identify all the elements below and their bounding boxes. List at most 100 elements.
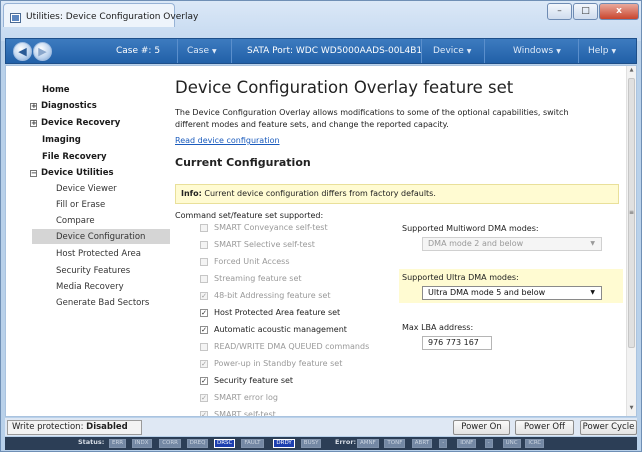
feature-checkbox-row[interactable]: ✓ Host Protected Area feature set bbox=[200, 308, 340, 317]
register-indicator: ABRT bbox=[411, 439, 433, 448]
sidebar-item-generate-bad-sectors[interactable]: Generate Bad Sectors bbox=[56, 298, 149, 308]
info-banner: Info: Current device configuration diffe… bbox=[175, 184, 619, 204]
case-menu[interactable]: Case ▼ bbox=[187, 39, 217, 63]
info-text: Current device configuration differs fro… bbox=[201, 189, 436, 198]
status-bar: Status: ERR INDX CORR DREQ DRSC FAULT DRDY BUSY… bbox=[5, 437, 637, 450]
feature-checkbox-row[interactable]: ✓ Security feature set bbox=[200, 376, 293, 385]
sidebar-item-imaging[interactable]: Imaging bbox=[42, 135, 81, 145]
sidebar-item-device-utilities[interactable]: − Device Utilities bbox=[30, 168, 114, 178]
section-title: Current Configuration bbox=[175, 156, 311, 169]
collapse-icon[interactable]: − bbox=[30, 170, 37, 177]
checkbox-unchecked-icon bbox=[200, 274, 208, 283]
ultra-dma-label: Supported Ultra DMA modes: bbox=[402, 273, 519, 282]
sidebar-item-diagnostics[interactable]: + Diagnostics bbox=[30, 101, 97, 111]
chevron-down-icon: ▼ bbox=[466, 48, 472, 55]
register-indicator: INDX bbox=[131, 439, 152, 448]
ultra-dma-select[interactable]: Ultra DMA mode 5 and below ▼ bbox=[422, 286, 602, 300]
checkbox-unchecked-icon bbox=[200, 240, 208, 249]
sidebar-item-file-recovery[interactable]: File Recovery bbox=[42, 152, 107, 162]
feature-checkbox-row: Streaming feature set bbox=[200, 274, 302, 283]
feature-checkbox-row[interactable]: ✓ Automatic acoustic management bbox=[200, 325, 347, 334]
max-lba-input[interactable]: 976 773 167 bbox=[422, 336, 492, 350]
write-protection-status: Write protection: Disabled bbox=[7, 420, 142, 435]
feature-checkbox-row: READ/WRITE DMA QUEUED commands bbox=[200, 342, 369, 351]
expand-icon[interactable]: + bbox=[30, 103, 37, 110]
expand-icon[interactable]: + bbox=[30, 120, 37, 127]
title-tab: Utilities: Device Configuration Overlay bbox=[3, 3, 198, 27]
feature-label: Forced Unit Access bbox=[214, 257, 290, 266]
register-indicator: BUSY bbox=[300, 439, 322, 448]
checkbox-checked-icon[interactable]: ✓ bbox=[200, 325, 208, 334]
feature-checkbox-row: ✓ SMART self-test bbox=[200, 410, 276, 416]
feature-label: Power-up in Standby feature set bbox=[214, 359, 343, 368]
feature-label: SMART error log bbox=[214, 393, 278, 402]
scroll-down-icon[interactable]: ▼ bbox=[627, 405, 636, 415]
checkbox-checked-icon[interactable]: ✓ bbox=[200, 308, 208, 317]
sidebar-item-host-protected-area[interactable]: Host Protected Area bbox=[56, 249, 141, 259]
register-indicator: UNC bbox=[502, 439, 521, 448]
power-on-button[interactable]: Power On bbox=[453, 420, 510, 435]
power-cycle-button[interactable]: Power Cycle bbox=[580, 420, 637, 435]
sidebar-item-fill-or-erase[interactable]: Fill or Erase bbox=[56, 200, 105, 210]
feature-checkbox-row: Forced Unit Access bbox=[200, 257, 289, 266]
power-off-button[interactable]: Power Off bbox=[515, 420, 574, 435]
register-indicator: - bbox=[484, 439, 493, 448]
nav-separator bbox=[231, 39, 232, 63]
feature-label: Streaming feature set bbox=[214, 274, 302, 283]
chevron-down-icon: ▼ bbox=[556, 48, 561, 55]
case-number-label: Case #: 5 bbox=[116, 46, 161, 56]
forward-arrow-icon[interactable]: ▶ bbox=[33, 42, 52, 61]
feature-checkbox-row: ✓ 48-bit Addressing feature set bbox=[200, 291, 330, 300]
title-bar: Utilities: Device Configuration Overlay … bbox=[1, 1, 641, 41]
checkbox-checked-icon: ✓ bbox=[200, 291, 208, 300]
nav-separator bbox=[484, 39, 485, 63]
chevron-down-icon: ▼ bbox=[590, 289, 595, 296]
feature-label: READ/WRITE DMA QUEUED commands bbox=[214, 342, 370, 351]
feature-label: SMART Conveyance self-test bbox=[214, 223, 328, 232]
register-indicator: DREQ bbox=[186, 439, 209, 448]
feature-label: Security feature set bbox=[214, 376, 294, 385]
device-menu[interactable]: Device ▼ bbox=[433, 39, 471, 63]
sidebar-item-device-configuration[interactable]: Device Configuration bbox=[56, 232, 145, 242]
register-indicator: FAULT bbox=[241, 439, 264, 448]
feature-label: SMART Selective self-test bbox=[214, 240, 315, 249]
status-label: Status: bbox=[78, 438, 105, 446]
help-menu[interactable]: Help ▼ bbox=[588, 39, 616, 63]
scroll-up-icon[interactable]: ▲ bbox=[627, 67, 636, 77]
sidebar: Home + Diagnostics + Device Recovery Imagi… bbox=[6, 66, 170, 416]
sidebar-item-home[interactable]: Home bbox=[42, 85, 70, 95]
chevron-down-icon: ▼ bbox=[212, 48, 217, 55]
checkbox-checked-icon: ✓ bbox=[200, 393, 208, 402]
sidebar-item-media-recovery[interactable]: Media Recovery bbox=[56, 282, 124, 292]
sidebar-item-compare[interactable]: Compare bbox=[56, 216, 95, 226]
checkbox-checked-icon[interactable]: ✓ bbox=[200, 376, 208, 385]
command-set-label: Command set/feature set supported: bbox=[175, 211, 324, 220]
minimize-button[interactable]: – bbox=[547, 3, 572, 20]
nav-bar: ◀ ▶ Case #: 5 Case ▼ SATA Port: WDC WD500… bbox=[5, 38, 637, 64]
checkbox-checked-icon: ✓ bbox=[200, 359, 208, 368]
sata-port-label: SATA Port: WDC WD5000AADS-00L4B1 bbox=[247, 46, 423, 56]
feature-label: Automatic acoustic management bbox=[214, 325, 347, 334]
register-indicator: TONF bbox=[384, 439, 406, 448]
main-panel: Device Configuration Overlay feature set… bbox=[170, 66, 626, 416]
max-lba-label: Max LBA address: bbox=[402, 323, 474, 332]
sidebar-item-security-features[interactable]: Security Features bbox=[56, 266, 130, 276]
nav-separator bbox=[177, 39, 178, 63]
sidebar-item-device-recovery[interactable]: + Device Recovery bbox=[30, 118, 120, 128]
sidebar-item-device-viewer[interactable]: Device Viewer bbox=[56, 184, 117, 194]
vertical-scrollbar[interactable]: ▲ ≡ ▼ bbox=[626, 66, 636, 416]
bottom-bar: Write protection: Disabled Power On Powe… bbox=[5, 418, 637, 436]
close-button[interactable]: x bbox=[599, 3, 639, 20]
page-title: Device Configuration Overlay feature set bbox=[175, 78, 514, 97]
read-device-configuration-link[interactable]: Read device configuration bbox=[175, 136, 280, 145]
windows-menu[interactable]: Windows ▼ bbox=[513, 39, 561, 63]
checkbox-unchecked-icon bbox=[200, 257, 208, 266]
page-description: The Device Configuration Overlay allows … bbox=[175, 108, 569, 129]
register-indicator: DRSC bbox=[214, 439, 236, 448]
back-arrow-icon[interactable]: ◀ bbox=[13, 42, 32, 61]
maximize-button[interactable]: □ bbox=[573, 3, 598, 20]
feature-label: 48-bit Addressing feature set bbox=[214, 291, 331, 300]
register-indicator: DRDY bbox=[273, 439, 295, 448]
nav-separator bbox=[421, 39, 422, 63]
error-label: Error: bbox=[335, 438, 357, 446]
